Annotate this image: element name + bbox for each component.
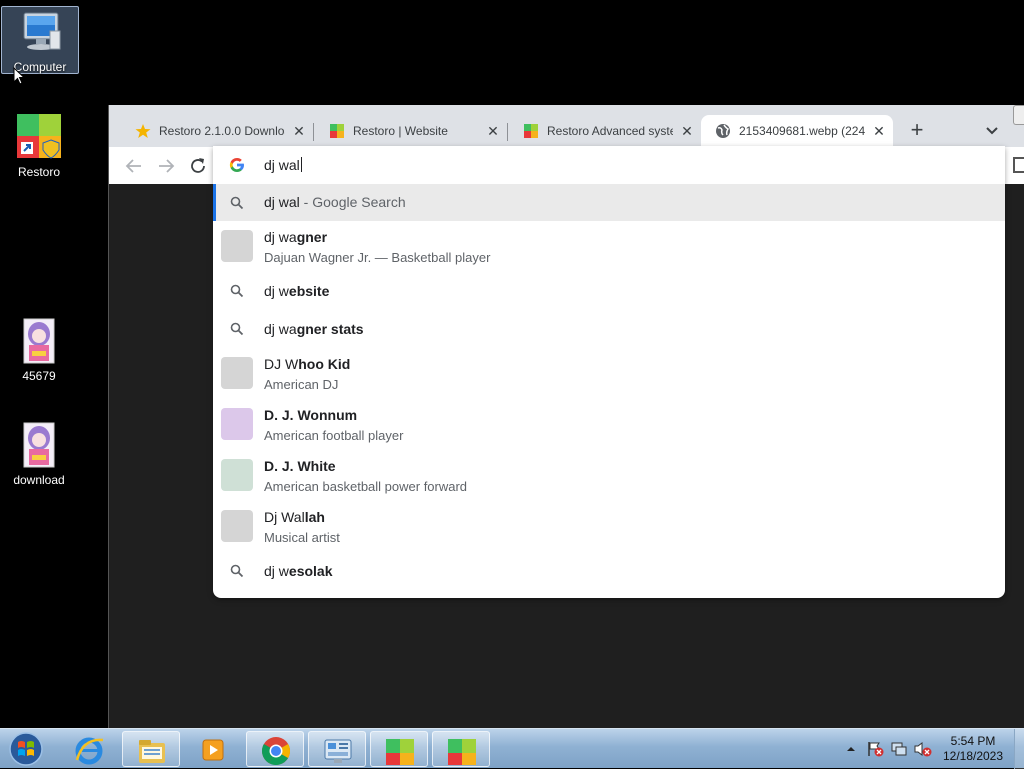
tab-restoro-download[interactable]: Restoro 2.1.0.0 Downloa ✕ <box>121 115 313 147</box>
suggestion-entity[interactable]: dj wagner Dajuan Wagner Jr. — Basketball… <box>213 221 1005 272</box>
taskbar-restoro[interactable] <box>432 731 490 767</box>
action-center-flag-icon[interactable] <box>866 741 884 757</box>
search-icon <box>230 564 244 578</box>
taskbar-control-panel[interactable] <box>308 731 366 767</box>
chevron-up-icon[interactable] <box>845 743 857 755</box>
suggestion-subtext: American DJ <box>264 377 339 392</box>
search-icon <box>230 322 244 336</box>
suggestion-text: D. J. White <box>264 458 336 474</box>
reload-icon[interactable] <box>187 155 209 177</box>
side-panel-icon[interactable] <box>1013 157 1024 173</box>
tab-restoro-advanced[interactable]: Restoro Advanced syste ✕ <box>509 115 701 147</box>
suggestion-subtext: American football player <box>264 428 404 443</box>
tab-title: Restoro 2.1.0.0 Downloa <box>159 124 285 138</box>
suggestion-text: dj wagner <box>264 229 328 245</box>
anime-image-icon <box>23 422 55 468</box>
taskbar-ie[interactable] <box>60 731 118 767</box>
tab-title: Restoro Advanced syste <box>547 124 673 138</box>
clock[interactable]: 5:54 PM 12/18/2023 <box>930 734 1016 764</box>
desktop-icon-computer[interactable]: Computer <box>1 6 79 74</box>
desktop-icon-45679[interactable]: 45679 <box>0 318 78 383</box>
control-panel-icon <box>324 739 352 763</box>
computer-icon <box>23 12 61 50</box>
chevron-down-icon[interactable] <box>981 119 1003 141</box>
tab-title: 2153409681.webp (224 <box>739 124 865 138</box>
suggestion-entity[interactable]: D. J. White American basketball power fo… <box>213 450 1005 501</box>
tab-title: Restoro | Website <box>353 124 448 138</box>
show-desktop-button[interactable] <box>1014 729 1024 769</box>
start-button[interactable] <box>6 731 46 767</box>
taskbar-chrome[interactable] <box>246 731 304 767</box>
desktop-icon-label: 45679 <box>22 369 56 383</box>
suggestion-entity[interactable]: Dj Wallah Musical artist <box>213 501 1005 552</box>
entity-thumbnail <box>221 459 253 491</box>
forward-arrow-icon[interactable] <box>155 155 177 177</box>
network-icon[interactable] <box>890 741 908 757</box>
omnibox-dropdown: dj wal dj wal - Google Search dj wagner … <box>213 146 1005 598</box>
desktop-icon-restoro[interactable]: Restoro <box>0 112 78 179</box>
entity-thumbnail <box>221 357 253 389</box>
close-icon[interactable]: ✕ <box>485 123 501 139</box>
entity-thumbnail <box>221 408 253 440</box>
media-player-icon <box>202 739 224 761</box>
suggestion-search[interactable]: dj wal - Google Search <box>213 184 1005 221</box>
back-arrow-icon[interactable] <box>123 155 145 177</box>
suggestion-entity[interactable]: D. J. Wonnum American football player <box>213 399 1005 450</box>
anime-image-icon <box>23 318 55 364</box>
search-icon <box>230 196 244 210</box>
restoro-icon <box>330 124 344 138</box>
clock-time: 5:54 PM <box>950 734 996 748</box>
suggestion-text: dj wal - Google Search <box>264 194 406 210</box>
google-g-icon <box>229 158 244 172</box>
suggestion-text: DJ Whoo Kid <box>264 356 351 372</box>
omnibox-input[interactable]: dj wal <box>213 146 1005 184</box>
clock-date: 12/18/2023 <box>942 749 1004 763</box>
tab-separator <box>507 123 508 141</box>
desktop-icon-download[interactable]: download <box>0 422 78 487</box>
suggestion-text: D. J. Wonnum <box>264 407 358 423</box>
chrome-icon <box>262 737 290 765</box>
star-icon <box>135 124 151 138</box>
selection-indicator <box>213 184 216 221</box>
minimize-button[interactable] <box>1013 105 1024 125</box>
suggestion-search[interactable]: dj wagner stats <box>213 310 1005 348</box>
taskbar-explorer[interactable] <box>122 731 180 767</box>
suggestion-text: dj wagner stats <box>264 321 364 337</box>
restoro-icon <box>524 124 538 138</box>
taskbar-media-player[interactable] <box>184 731 242 767</box>
explorer-icon <box>139 740 165 763</box>
restoro-icon <box>448 739 476 765</box>
desktop-icon-label: download <box>13 473 65 487</box>
restoro-icon <box>386 739 414 765</box>
suggestion-text: dj website <box>264 283 330 299</box>
entity-thumbnail <box>221 230 253 262</box>
suggestion-subtext: American basketball power forward <box>264 479 468 494</box>
close-icon[interactable]: ✕ <box>291 123 307 139</box>
suggestion-text: Dj Wallah <box>264 509 325 525</box>
restoro-icon <box>17 114 61 159</box>
tab-separator <box>313 123 314 141</box>
taskbar: 5:54 PM 12/18/2023 <box>0 728 1024 769</box>
omnibox-text: dj wal <box>264 157 300 173</box>
tab-strip: Restoro 2.1.0.0 Downloa ✕ Restoro | Webs… <box>109 105 1024 147</box>
globe-icon <box>716 124 730 138</box>
entity-thumbnail <box>221 510 253 542</box>
suggestion-text: dj wesolak <box>264 563 333 579</box>
ie-icon <box>75 737 104 765</box>
tab-webp-image[interactable]: 2153409681.webp (224 ✕ <box>701 115 893 147</box>
tab-restoro-website[interactable]: Restoro | Website ✕ <box>315 115 507 147</box>
taskbar-restoro[interactable] <box>370 731 428 767</box>
desktop-icon-label: Restoro <box>17 165 61 179</box>
suggestion-subtext: Dajuan Wagner Jr. — Basketball player <box>264 250 491 265</box>
close-icon[interactable]: ✕ <box>679 123 695 139</box>
suggestion-subtext: Musical artist <box>264 530 340 545</box>
suggestion-entity[interactable]: DJ Whoo Kid American DJ <box>213 348 1005 399</box>
close-icon[interactable]: ✕ <box>871 123 887 139</box>
suggestion-search[interactable]: dj wesolak <box>213 552 1005 590</box>
new-tab-button[interactable]: + <box>904 119 930 143</box>
suggestion-search[interactable]: dj website <box>213 272 1005 310</box>
mouse-cursor-icon <box>13 67 25 85</box>
search-icon <box>230 284 244 298</box>
